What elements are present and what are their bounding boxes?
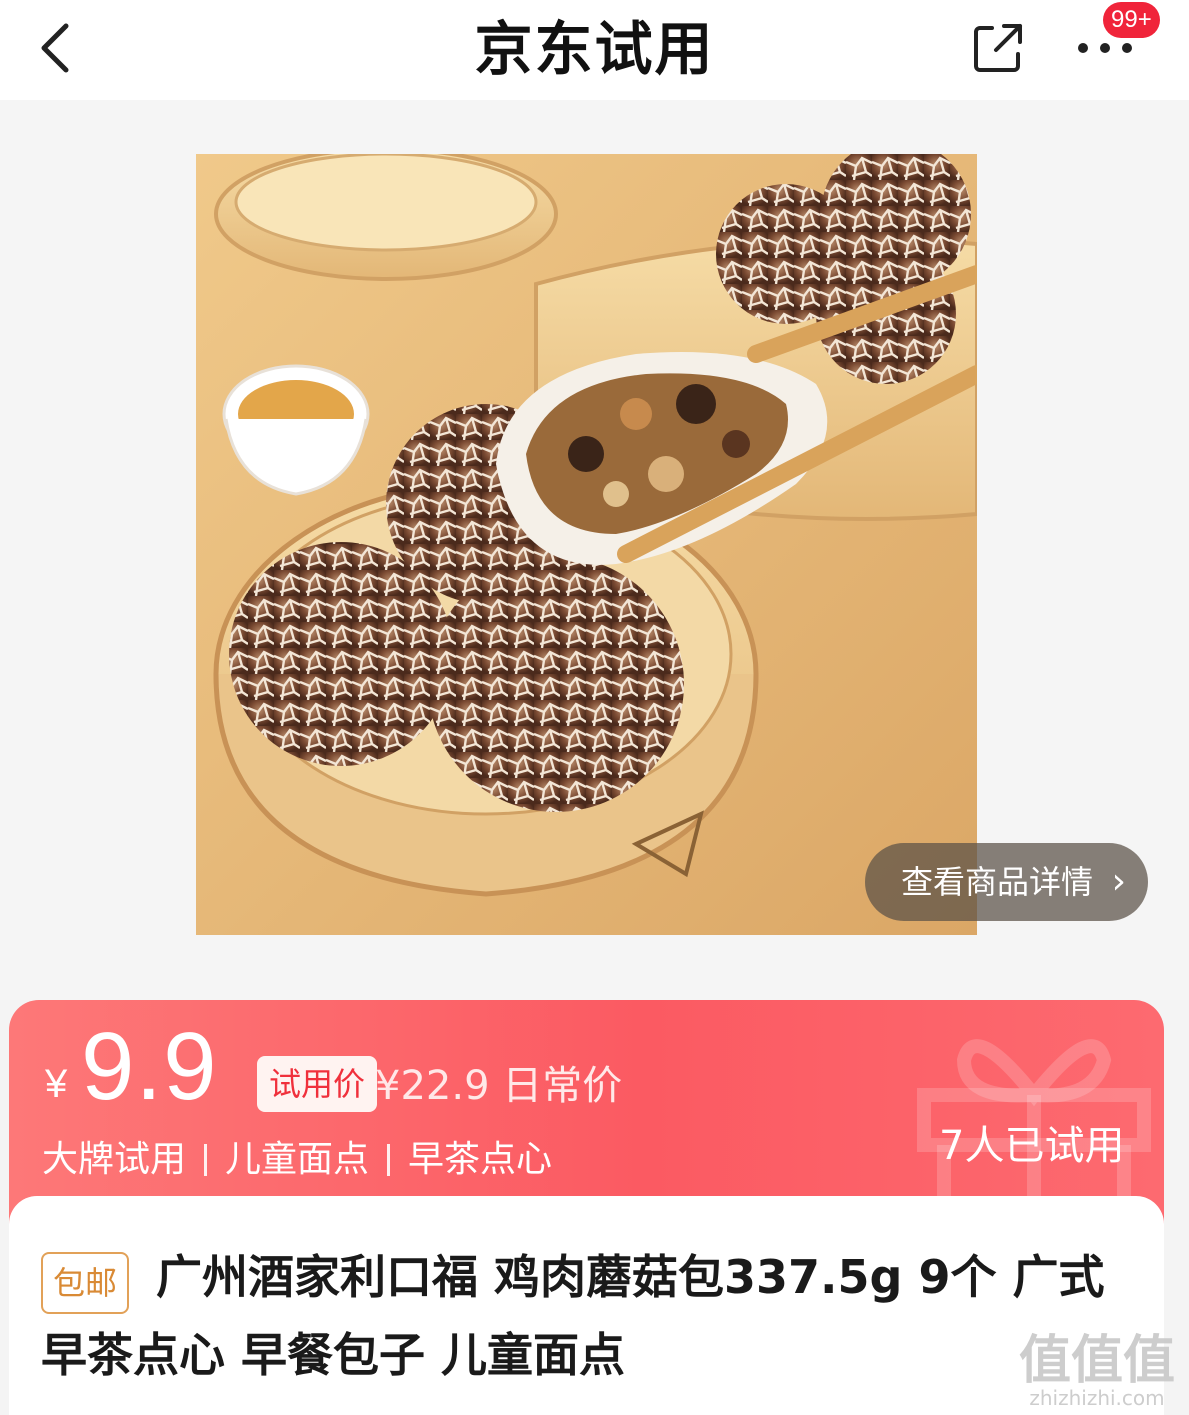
tried-count: 7人已试用 (939, 1123, 1125, 1169)
tag-item: 儿童面点 (225, 1139, 370, 1180)
product-title: 广州酒家利口福 鸡肉蘑菇包337.5g 9个 广式早茶点心 早餐包子 儿童面点 (41, 1250, 1105, 1382)
original-price: ¥22.9 日常价 (375, 1063, 623, 1109)
share-icon (974, 24, 1022, 72)
product-photo (196, 154, 977, 935)
product-image[interactable] (196, 154, 977, 935)
category-tags: 大牌试用 儿童面点 早茶点心 (42, 1136, 552, 1184)
notification-badge: 99+ (1103, 2, 1160, 38)
view-details-label: 查看商品详情 (901, 863, 1094, 901)
tag-item: 早茶点心 (408, 1139, 553, 1180)
price-row: ¥ 9.9 试用价 ¥22.9 日常价 (45, 1013, 845, 1120)
site-watermark: 值值值 zhizhizhi.com (1019, 1335, 1175, 1410)
tag-divider (204, 1144, 208, 1176)
share-button[interactable] (968, 18, 1028, 78)
watermark-logo: 值值值 (1018, 1331, 1175, 1391)
trial-price: 9.9 (81, 1013, 218, 1120)
watermark-url: zhizhizhi.com (1029, 1386, 1165, 1410)
currency-symbol: ¥ (45, 1062, 68, 1106)
tag-divider (387, 1144, 391, 1176)
more-dots-icon (1078, 43, 1132, 53)
tag-item: 大牌试用 (42, 1139, 187, 1180)
trial-price-tag: 试用价 (257, 1056, 378, 1112)
chevron-right-icon: › (1111, 861, 1126, 902)
top-bar: 京东试用 99+ (0, 0, 1189, 100)
product-info-card: 包邮 广州酒家利口福 鸡肉蘑菇包337.5g 9个 广式早茶点心 早餐包子 儿童… (9, 1196, 1164, 1415)
view-details-button[interactable]: 查看商品详情 › (865, 843, 1148, 921)
